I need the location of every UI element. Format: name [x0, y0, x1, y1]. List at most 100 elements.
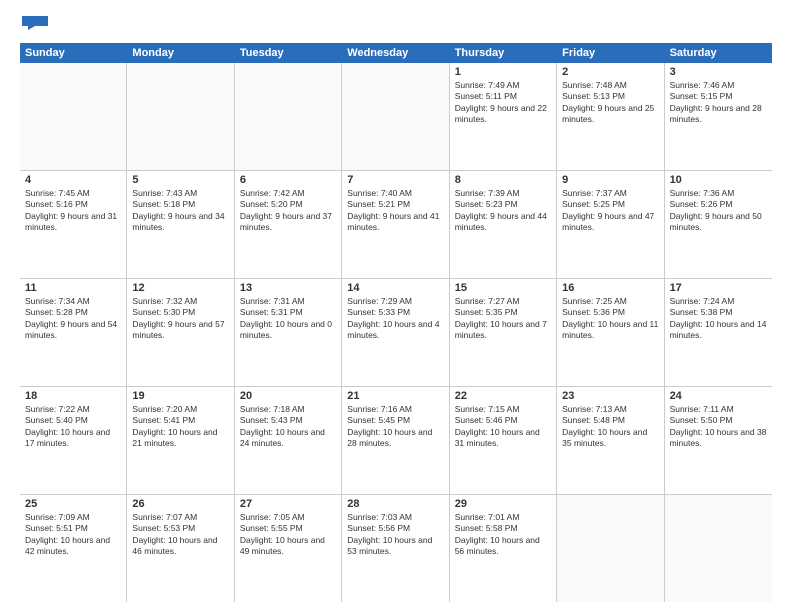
- calendar-cell: 17 Sunrise: 7:24 AM Sunset: 5:38 PM Dayli…: [665, 279, 772, 386]
- day-number: 12: [132, 282, 228, 294]
- calendar-cell: 15 Sunrise: 7:27 AM Sunset: 5:35 PM Dayli…: [450, 279, 557, 386]
- calendar-cell: [557, 495, 664, 602]
- day-number: 23: [562, 390, 658, 402]
- calendar-cell: 5 Sunrise: 7:43 AM Sunset: 5:18 PM Daylig…: [127, 171, 234, 278]
- day-number: 8: [455, 174, 551, 186]
- calendar-cell: [235, 63, 342, 170]
- day-number: 16: [562, 282, 658, 294]
- day-info: Sunrise: 7:43 AM Sunset: 5:18 PM Dayligh…: [132, 188, 228, 234]
- day-info: Sunrise: 7:42 AM Sunset: 5:20 PM Dayligh…: [240, 188, 336, 234]
- calendar-cell: 23 Sunrise: 7:13 AM Sunset: 5:48 PM Dayli…: [557, 387, 664, 494]
- calendar-cell: 11Sunrise: 7:34 AM Sunset: 5:28 PM Dayli…: [20, 279, 127, 386]
- day-number: 18: [25, 390, 121, 402]
- day-number: 14: [347, 282, 443, 294]
- header-day-friday: Friday: [557, 43, 664, 63]
- header-day-sunday: Sunday: [20, 43, 127, 63]
- day-number: 27: [240, 498, 336, 510]
- day-info: Sunrise: 7:16 AM Sunset: 5:45 PM Dayligh…: [347, 404, 443, 450]
- day-info: Sunrise: 7:11 AM Sunset: 5:50 PM Dayligh…: [670, 404, 767, 450]
- header: [20, 16, 772, 35]
- calendar-cell: 1 Sunrise: 7:49 AM Sunset: 5:11 PM Daylig…: [450, 63, 557, 170]
- calendar-row-3: 11Sunrise: 7:34 AM Sunset: 5:28 PM Dayli…: [20, 279, 772, 387]
- day-number: 1: [455, 66, 551, 78]
- day-info: Sunrise: 7:07 AM Sunset: 5:53 PM Dayligh…: [132, 512, 228, 558]
- calendar-cell: 10 Sunrise: 7:36 AM Sunset: 5:26 PM Dayli…: [665, 171, 772, 278]
- header-day-thursday: Thursday: [450, 43, 557, 63]
- calendar-cell: [127, 63, 234, 170]
- day-number: 5: [132, 174, 228, 186]
- calendar-body: 1 Sunrise: 7:49 AM Sunset: 5:11 PM Daylig…: [20, 63, 772, 602]
- day-number: 3: [670, 66, 767, 78]
- calendar-cell: [665, 495, 772, 602]
- logo-icon: [20, 16, 50, 30]
- calendar-cell: 4Sunrise: 7:45 AM Sunset: 5:16 PM Daylig…: [20, 171, 127, 278]
- calendar-cell: 21 Sunrise: 7:16 AM Sunset: 5:45 PM Dayli…: [342, 387, 449, 494]
- calendar-cell: 6 Sunrise: 7:42 AM Sunset: 5:20 PM Daylig…: [235, 171, 342, 278]
- day-number: 13: [240, 282, 336, 294]
- day-number: 20: [240, 390, 336, 402]
- day-info: Sunrise: 7:32 AM Sunset: 5:30 PM Dayligh…: [132, 296, 228, 342]
- day-info: Sunrise: 7:40 AM Sunset: 5:21 PM Dayligh…: [347, 188, 443, 234]
- header-day-wednesday: Wednesday: [342, 43, 449, 63]
- calendar-cell: 14 Sunrise: 7:29 AM Sunset: 5:33 PM Dayli…: [342, 279, 449, 386]
- calendar-cell: 13Sunrise: 7:31 AM Sunset: 5:31 PM Dayli…: [235, 279, 342, 386]
- day-info: Sunrise: 7:27 AM Sunset: 5:35 PM Dayligh…: [455, 296, 551, 342]
- calendar-cell: [20, 63, 127, 170]
- day-info: Sunrise: 7:13 AM Sunset: 5:48 PM Dayligh…: [562, 404, 658, 450]
- day-number: 19: [132, 390, 228, 402]
- calendar-cell: 9Sunrise: 7:37 AM Sunset: 5:25 PM Daylig…: [557, 171, 664, 278]
- calendar-header: SundayMondayTuesdayWednesdayThursdayFrid…: [20, 43, 772, 63]
- header-day-tuesday: Tuesday: [235, 43, 342, 63]
- calendar-cell: 16 Sunrise: 7:25 AM Sunset: 5:36 PM Dayli…: [557, 279, 664, 386]
- day-info: Sunrise: 7:37 AM Sunset: 5:25 PM Dayligh…: [562, 188, 658, 234]
- day-info: Sunrise: 7:39 AM Sunset: 5:23 PM Dayligh…: [455, 188, 551, 234]
- calendar-cell: 29 Sunrise: 7:01 AM Sunset: 5:58 PM Dayli…: [450, 495, 557, 602]
- calendar-cell: 20 Sunrise: 7:18 AM Sunset: 5:43 PM Dayli…: [235, 387, 342, 494]
- day-number: 25: [25, 498, 121, 510]
- day-number: 15: [455, 282, 551, 294]
- day-number: 28: [347, 498, 443, 510]
- calendar-cell: 25 Sunrise: 7:09 AM Sunset: 5:51 PM Dayli…: [20, 495, 127, 602]
- day-info: Sunrise: 7:45 AM Sunset: 5:16 PM Dayligh…: [25, 188, 121, 234]
- page: SundayMondayTuesdayWednesdayThursdayFrid…: [0, 0, 792, 612]
- day-info: Sunrise: 7:25 AM Sunset: 5:36 PM Dayligh…: [562, 296, 658, 342]
- calendar-cell: 27Sunrise: 7:05 AM Sunset: 5:55 PM Dayli…: [235, 495, 342, 602]
- header-day-saturday: Saturday: [665, 43, 772, 63]
- day-number: 10: [670, 174, 767, 186]
- calendar-cell: 26Sunrise: 7:07 AM Sunset: 5:53 PM Dayli…: [127, 495, 234, 602]
- calendar-cell: 24Sunrise: 7:11 AM Sunset: 5:50 PM Dayli…: [665, 387, 772, 494]
- day-info: Sunrise: 7:34 AM Sunset: 5:28 PM Dayligh…: [25, 296, 121, 342]
- calendar-cell: 19 Sunrise: 7:20 AM Sunset: 5:41 PM Dayli…: [127, 387, 234, 494]
- day-info: Sunrise: 7:49 AM Sunset: 5:11 PM Dayligh…: [455, 80, 551, 126]
- day-info: Sunrise: 7:09 AM Sunset: 5:51 PM Dayligh…: [25, 512, 121, 558]
- calendar-cell: 18 Sunrise: 7:22 AM Sunset: 5:40 PM Dayli…: [20, 387, 127, 494]
- calendar-cell: 8 Sunrise: 7:39 AM Sunset: 5:23 PM Daylig…: [450, 171, 557, 278]
- calendar-row-2: 4Sunrise: 7:45 AM Sunset: 5:16 PM Daylig…: [20, 171, 772, 279]
- day-info: Sunrise: 7:01 AM Sunset: 5:58 PM Dayligh…: [455, 512, 551, 558]
- calendar-row-4: 18 Sunrise: 7:22 AM Sunset: 5:40 PM Dayli…: [20, 387, 772, 495]
- day-number: 22: [455, 390, 551, 402]
- day-info: Sunrise: 7:46 AM Sunset: 5:15 PM Dayligh…: [670, 80, 767, 126]
- calendar-cell: 28 Sunrise: 7:03 AM Sunset: 5:56 PM Dayli…: [342, 495, 449, 602]
- header-day-monday: Monday: [127, 43, 234, 63]
- day-number: 7: [347, 174, 443, 186]
- day-info: Sunrise: 7:15 AM Sunset: 5:46 PM Dayligh…: [455, 404, 551, 450]
- day-number: 2: [562, 66, 658, 78]
- day-number: 6: [240, 174, 336, 186]
- day-info: Sunrise: 7:36 AM Sunset: 5:26 PM Dayligh…: [670, 188, 767, 234]
- calendar-cell: 2 Sunrise: 7:48 AM Sunset: 5:13 PM Daylig…: [557, 63, 664, 170]
- calendar-row-5: 25 Sunrise: 7:09 AM Sunset: 5:51 PM Dayli…: [20, 495, 772, 602]
- day-info: Sunrise: 7:24 AM Sunset: 5:38 PM Dayligh…: [670, 296, 767, 342]
- calendar-cell: 22 Sunrise: 7:15 AM Sunset: 5:46 PM Dayli…: [450, 387, 557, 494]
- day-info: Sunrise: 7:22 AM Sunset: 5:40 PM Dayligh…: [25, 404, 121, 450]
- calendar: SundayMondayTuesdayWednesdayThursdayFrid…: [20, 43, 772, 602]
- day-info: Sunrise: 7:03 AM Sunset: 5:56 PM Dayligh…: [347, 512, 443, 558]
- day-info: Sunrise: 7:48 AM Sunset: 5:13 PM Dayligh…: [562, 80, 658, 126]
- day-number: 29: [455, 498, 551, 510]
- day-info: Sunrise: 7:18 AM Sunset: 5:43 PM Dayligh…: [240, 404, 336, 450]
- day-number: 21: [347, 390, 443, 402]
- day-info: Sunrise: 7:20 AM Sunset: 5:41 PM Dayligh…: [132, 404, 228, 450]
- day-info: Sunrise: 7:29 AM Sunset: 5:33 PM Dayligh…: [347, 296, 443, 342]
- logo: [20, 16, 50, 35]
- day-number: 17: [670, 282, 767, 294]
